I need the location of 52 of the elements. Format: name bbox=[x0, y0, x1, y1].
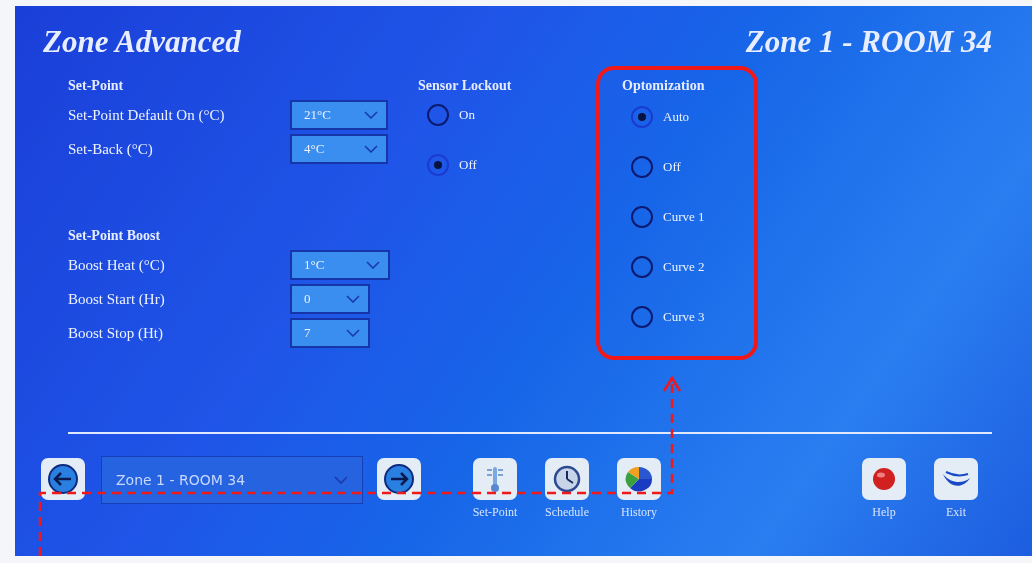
button-label: History bbox=[621, 505, 657, 520]
radio-button[interactable] bbox=[631, 306, 653, 328]
radio-label: On bbox=[459, 107, 475, 123]
clock-icon bbox=[551, 464, 583, 494]
ball-icon bbox=[871, 466, 897, 492]
chevron-down-icon bbox=[346, 295, 360, 303]
value-dropdown[interactable]: 7 bbox=[290, 318, 370, 348]
section-heading: Set-Point Boost bbox=[68, 228, 162, 245]
previous-button[interactable] bbox=[41, 458, 85, 500]
radio-label: Curve 3 bbox=[663, 309, 705, 325]
radio-label: Off bbox=[459, 157, 477, 173]
field-label: Set-Point Default On (°C) bbox=[68, 106, 226, 124]
radio-button[interactable] bbox=[631, 206, 653, 228]
zone-dropdown[interactable]: Zone 1 - ROOM 34 bbox=[101, 456, 363, 504]
thermometer-icon bbox=[484, 464, 506, 494]
setpoint-button[interactable] bbox=[473, 458, 517, 500]
radio-button[interactable] bbox=[427, 104, 449, 126]
chevron-down-icon bbox=[334, 476, 348, 484]
button-label: Schedule bbox=[545, 505, 589, 520]
radio-button[interactable] bbox=[631, 106, 653, 128]
chevron-down-icon bbox=[364, 145, 378, 153]
value-dropdown[interactable]: 4°C bbox=[290, 134, 388, 164]
radio-button[interactable] bbox=[631, 156, 653, 178]
radio-label: Off bbox=[663, 159, 681, 175]
radio-label: Curve 1 bbox=[663, 209, 705, 225]
field-label: Boost Stop (Ht) bbox=[68, 324, 164, 342]
next-button[interactable] bbox=[377, 458, 421, 500]
radio-label: Auto bbox=[663, 109, 689, 125]
help-button[interactable] bbox=[862, 458, 906, 500]
zone-title: Zone 1 - ROOM 34 bbox=[745, 24, 992, 60]
value-dropdown[interactable]: 21°C bbox=[290, 100, 388, 130]
section-heading: Optomization bbox=[622, 78, 706, 95]
button-label: Help bbox=[872, 505, 896, 520]
button-label: Exit bbox=[946, 505, 966, 520]
section-heading: Sensor Lockout bbox=[418, 78, 513, 95]
section-heading: Set-Point bbox=[68, 78, 125, 95]
radio-label: Curve 2 bbox=[663, 259, 705, 275]
exit-button[interactable] bbox=[934, 458, 978, 500]
button-label: Set-Point bbox=[472, 505, 518, 520]
history-button[interactable] bbox=[617, 458, 661, 500]
chevron-down-icon bbox=[346, 329, 360, 337]
radio-button[interactable] bbox=[631, 256, 653, 278]
chevron-down-icon bbox=[364, 111, 378, 119]
field-label: Set-Back (°C) bbox=[68, 140, 154, 158]
page-title: Zone Advanced bbox=[43, 24, 241, 60]
value-dropdown[interactable]: 0 bbox=[290, 284, 370, 314]
schedule-button[interactable] bbox=[545, 458, 589, 500]
field-label: Boost Heat (°C) bbox=[68, 256, 166, 274]
value-dropdown[interactable]: 1°C bbox=[290, 250, 390, 280]
radio-button[interactable] bbox=[427, 154, 449, 176]
chevron-down-icon bbox=[366, 261, 380, 269]
field-label: Boost Start (Hr) bbox=[68, 290, 166, 308]
